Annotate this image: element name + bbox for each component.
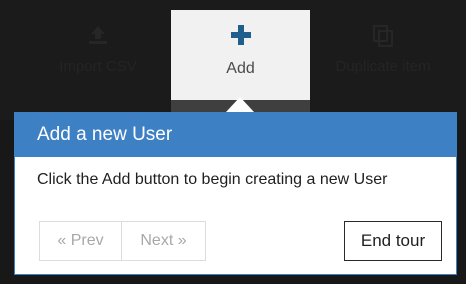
duplicate-item-button[interactable]: Duplicate item <box>313 10 453 100</box>
import-csv-label: Import CSV <box>59 58 137 75</box>
add-button[interactable]: Add <box>171 10 310 100</box>
import-csv-button[interactable]: Import CSV <box>28 10 168 100</box>
plus-icon <box>230 24 252 51</box>
tour-body-text: Click the Add button to begin creating a… <box>37 171 388 188</box>
add-label: Add <box>226 60 255 77</box>
prev-button[interactable]: « Prev <box>39 221 122 261</box>
next-button[interactable]: Next » <box>122 221 206 261</box>
tour-nav-group: « Prev Next » <box>39 221 206 261</box>
popover-arrow <box>226 97 254 112</box>
duplicate-item-label: Duplicate item <box>335 58 431 75</box>
end-tour-button[interactable]: End tour <box>344 221 442 261</box>
upload-icon <box>86 24 110 50</box>
tour-title: Add a new User <box>15 113 456 157</box>
tour-popover: Add a new User Click the Add button to b… <box>14 112 457 275</box>
duplicate-icon <box>372 24 394 52</box>
